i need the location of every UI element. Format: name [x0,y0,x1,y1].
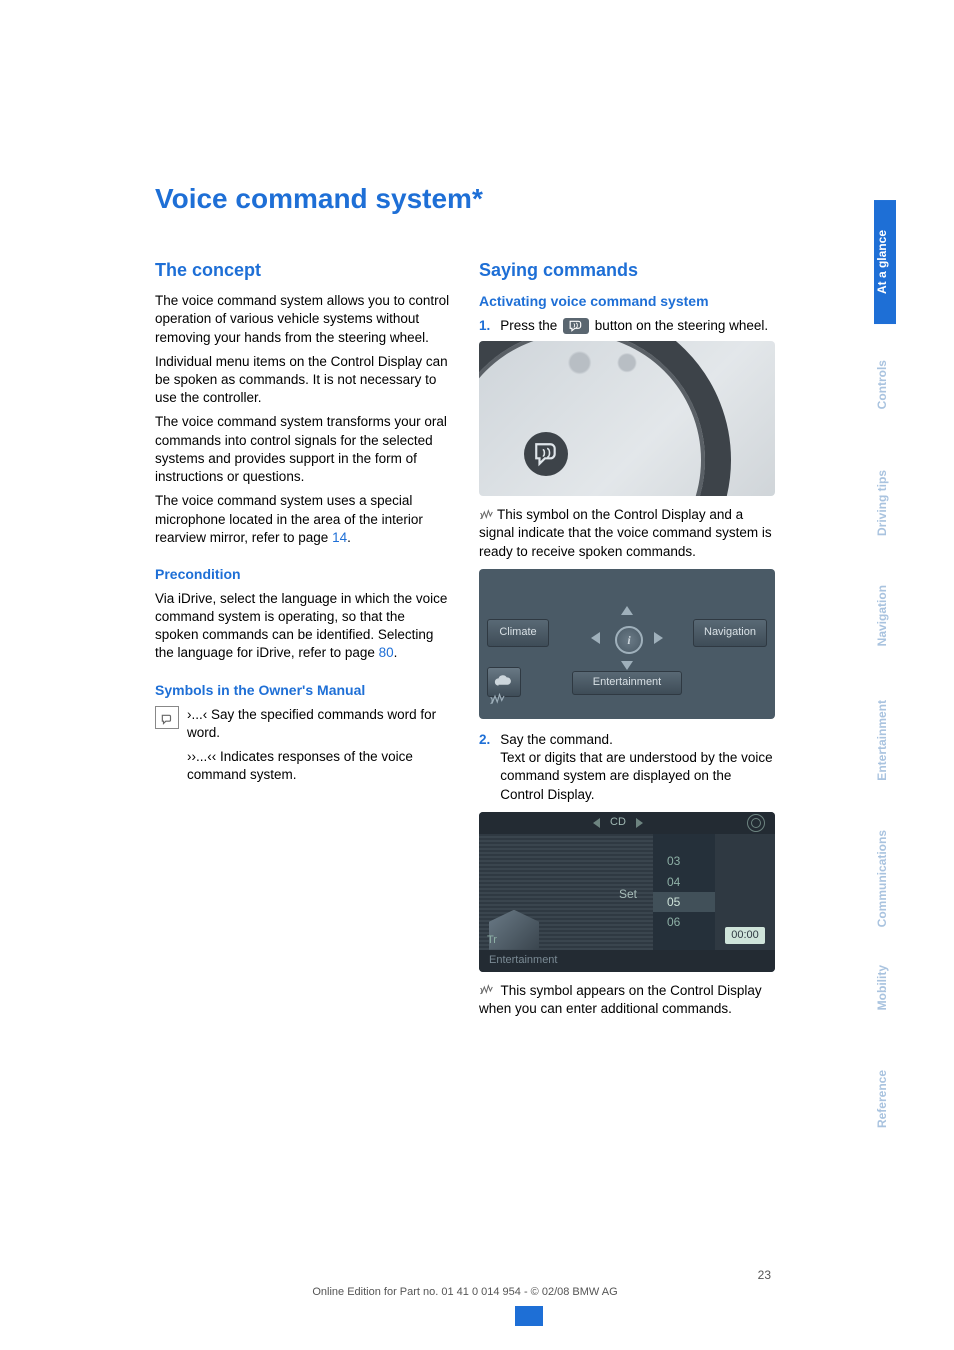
page-footer: 23 Online Edition for Part no. 01 41 0 0… [155,1267,775,1300]
voice-button-icon [563,318,589,334]
cd-prev-icon [593,818,600,828]
menu-climate-tile: Climate [487,619,549,647]
tab-entertainment[interactable]: Entertainment [874,670,896,811]
tab-navigation[interactable]: Navigation [874,555,896,676]
voice-wave-icon-2 [479,984,495,998]
heading-the-concept: The concept [155,258,451,282]
menu-info-icon: i [615,626,643,654]
left-column: The concept The voice command system all… [155,258,451,1024]
symbol-text-1: ›...‹ Say the specified commands word fo… [187,706,451,742]
voice-bubble-icon [155,706,179,791]
heading-symbols: Symbols in the Owner's Manual [155,681,451,700]
concept-p4: The voice command system uses a special … [155,492,451,547]
cd-track-06: 06 [653,912,715,932]
concept-p3: The voice command system transforms your… [155,413,451,486]
voice-ready-paragraph: This symbol on the Control Display and a… [479,506,775,561]
tab-mobility[interactable]: Mobility [874,935,896,1040]
step-2-line-1: Say the command. [500,732,613,747]
heading-precondition: Precondition [155,565,451,584]
cd-track-05: 05 [653,892,715,912]
footer-text: Online Edition for Part no. 01 41 0 014 … [155,1285,775,1300]
symbol-text-2: ››...‹‹ Indicates responses of the voice… [187,748,451,784]
cd-track-03: 03 [653,851,715,871]
menu-center-control: i [597,608,657,668]
tab-driving-tips[interactable]: Driving tips [874,440,896,566]
step-2-line-2: Text or digits that are understood by th… [500,750,772,801]
cd-label: CD [610,815,626,830]
precondition-p: Via iDrive, select the language in which… [155,590,451,663]
page-title: Voice command system* [155,180,775,218]
cd-track-list: 03 04 05 06 [653,834,715,950]
cd-set-label: Set [619,886,637,902]
tab-reference[interactable]: Reference [874,1040,896,1158]
cd-bottom-label: Entertainment [479,950,775,972]
heading-saying-commands: Saying commands [479,258,775,282]
tab-at-a-glance[interactable]: At a glance [874,200,896,324]
menu-navigation-tile: Navigation [693,619,767,647]
heading-activating: Activating voice command system [479,292,775,311]
cd-next-icon [636,818,643,828]
link-page-80[interactable]: 80 [379,645,394,660]
step-2: 2. Say the command. Text or digits that … [479,731,775,804]
right-column: Saying commands Activating voice command… [479,258,775,1024]
steering-wheel-image [479,341,775,496]
concept-p2: Individual menu items on the Control Dis… [155,353,451,408]
additional-commands-paragraph: This symbol appears on the Control Displ… [479,982,775,1018]
link-page-14[interactable]: 14 [332,530,347,545]
cd-time: 00:00 [725,927,765,944]
voice-wave-icon [479,509,495,523]
page-marker [515,1306,543,1326]
steering-voice-button-icon [524,432,568,476]
tab-communications[interactable]: Communications [874,800,896,957]
symbol-row-1: ›...‹ Say the specified commands word fo… [155,706,451,791]
cd-tr-label: Tr [487,933,497,948]
tab-controls[interactable]: Controls [874,330,896,439]
concept-p1: The voice command system allows you to c… [155,292,451,347]
step-1: 1. Press the button on the steering whee… [479,317,775,335]
side-tabs: At a glance Controls Driving tips Naviga… [874,0,954,1350]
menu-entertainment-tile: Entertainment [572,671,682,695]
cd-track-04: 04 [653,872,715,892]
menu-voice-wave-icon [489,693,507,711]
cd-display-image: CD Set 03 04 05 06 [479,812,775,972]
gear-icon [747,814,765,832]
idrive-menu-image: Climate Navigation Entertainment i [479,569,775,719]
page-number: 23 [155,1267,775,1283]
